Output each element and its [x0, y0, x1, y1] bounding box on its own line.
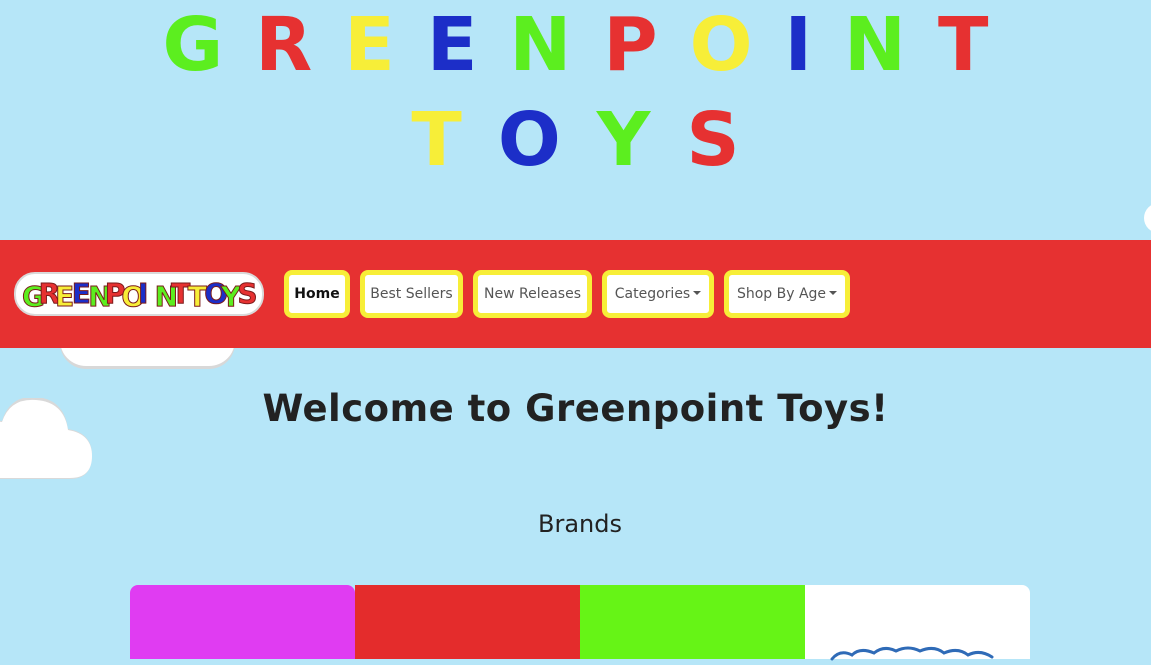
nav-categories-label: Categories: [614, 286, 691, 302]
nav-new-releases-label: New Releases: [484, 286, 581, 302]
nav-new-releases-link[interactable]: New Releases: [473, 270, 592, 318]
logo-letter: I: [138, 277, 148, 310]
hero-letter: R: [255, 2, 313, 88]
hero-letter: S: [686, 97, 740, 183]
hero-letter: E: [426, 2, 478, 88]
nav-shop-by-age-dropdown[interactable]: Shop By Age: [724, 270, 850, 318]
brand-tile[interactable]: [805, 585, 1030, 661]
main-navbar: GREENPOINTTOYS Home Best Sellers New Rel…: [0, 240, 1151, 348]
hero-letter: I: [784, 2, 813, 88]
brands-heading: Brands: [538, 510, 622, 538]
hero-letter: O: [689, 2, 753, 88]
welcome-heading: Welcome to Greenpoint Toys!: [262, 387, 889, 430]
site-logo[interactable]: GREENPOI NTTOYS: [14, 270, 264, 318]
logo-letter: S: [237, 277, 257, 310]
hero-letter: O: [497, 97, 561, 183]
hero-title-line-2: TOYS: [0, 103, 1151, 177]
brand-tile[interactable]: [580, 585, 805, 659]
hero-letter: G: [162, 2, 224, 88]
hero-letter: N: [844, 2, 906, 88]
chevron-down-icon: [829, 291, 838, 295]
nav-home-link[interactable]: Home: [284, 270, 350, 318]
nav-best-sellers-link[interactable]: Best Sellers: [360, 270, 463, 318]
hero-letter: T: [937, 2, 989, 88]
hero-letter: P: [603, 2, 658, 88]
brand-logo: [830, 646, 994, 661]
site-hero-title: GREENPOINT TOYS: [0, 0, 1151, 240]
chevron-down-icon: [693, 291, 702, 295]
hero-title-line-1: GREENPOINT: [0, 8, 1151, 82]
nav-categories-dropdown[interactable]: Categories: [602, 270, 714, 318]
brand-tile[interactable]: [130, 585, 355, 659]
hero-letter: Y: [596, 97, 651, 183]
hero-letter: T: [411, 97, 462, 183]
hero-letter: E: [344, 2, 395, 88]
nav-shop-by-age-label: Shop By Age: [736, 286, 827, 302]
nav-home-label: Home: [294, 286, 340, 302]
brand-tile[interactable]: [355, 585, 580, 659]
brands-grid: [130, 585, 1030, 661]
nav-best-sellers-label: Best Sellers: [370, 286, 453, 302]
hero-letter: N: [509, 2, 572, 88]
cloud-decoration: [0, 398, 92, 479]
